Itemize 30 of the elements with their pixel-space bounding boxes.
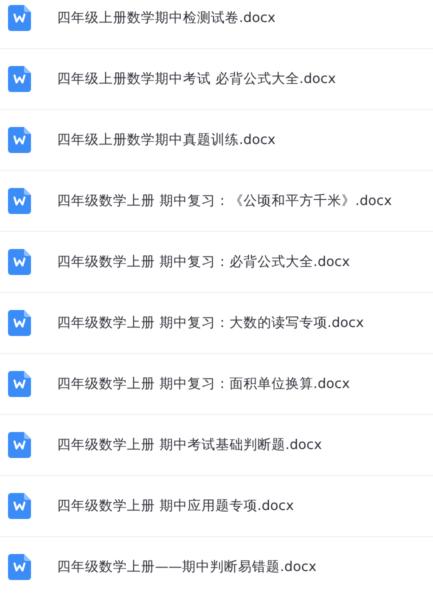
word-document-icon [8,432,31,458]
file-name: 四年级数学上册 期中复习：大数的读写专项.docx [57,314,364,332]
file-row[interactable]: 四年级上册数学期中真题训练.docx [0,110,433,171]
file-name: 四年级上册数学期中检测试卷.docx [57,9,276,27]
word-document-icon [8,310,31,336]
word-document-icon [8,66,31,92]
file-name: 四年级数学上册 期中复习：面积单位换算.docx [57,375,350,393]
word-document-icon [8,249,31,275]
file-name: 四年级数学上册 期中考试基础判断题.docx [57,436,322,454]
word-document-icon [8,493,31,519]
file-row[interactable]: 四年级数学上册 期中复习：《公顷和平方千米》.docx [0,171,433,232]
file-name: 四年级数学上册 期中应用题专项.docx [57,497,294,515]
word-document-icon [8,554,31,580]
file-name: 四年级数学上册 期中复习：必背公式大全.docx [57,253,350,271]
word-document-icon [8,5,31,31]
word-document-icon [8,127,31,153]
file-row[interactable]: 四年级数学上册 期中复习：大数的读写专项.docx [0,293,433,354]
file-name: 四年级数学上册 期中复习：《公顷和平方千米》.docx [57,192,392,210]
word-document-icon [8,371,31,397]
file-row[interactable]: 四年级上册数学期中考试 必背公式大全.docx [0,49,433,110]
word-document-icon [8,188,31,214]
file-row[interactable]: 四年级数学上册 期中考试基础判断题.docx [0,415,433,476]
file-row[interactable]: 四年级数学上册 期中复习：必背公式大全.docx [0,232,433,293]
file-name: 四年级上册数学期中真题训练.docx [57,131,276,149]
file-name: 四年级数学上册——期中判断易错题.docx [57,558,317,576]
file-row[interactable]: 四年级数学上册 期中复习：面积单位换算.docx [0,354,433,415]
file-row[interactable]: 四年级上册数学期中检测试卷.docx [0,0,433,49]
file-name: 四年级上册数学期中考试 必背公式大全.docx [57,70,336,88]
file-row[interactable]: 四年级数学上册——期中判断易错题.docx [0,537,433,595]
file-row[interactable]: 四年级数学上册 期中应用题专项.docx [0,476,433,537]
